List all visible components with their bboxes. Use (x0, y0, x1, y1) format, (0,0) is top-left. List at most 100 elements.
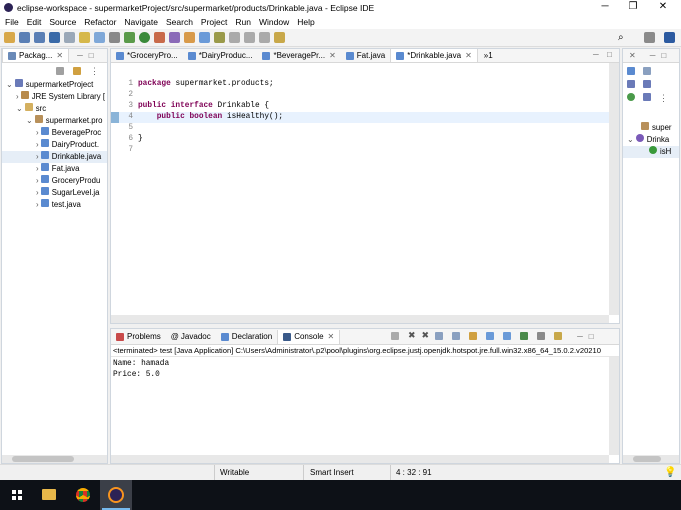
console-horizontal-scrollbar[interactable] (111, 455, 609, 463)
minimize-button[interactable]: ─ (590, 0, 620, 15)
maximize-view-icon[interactable]: □ (661, 51, 666, 60)
scroll-lock-icon[interactable] (452, 332, 461, 340)
view-menu-icon[interactable]: ⋮ (659, 93, 668, 104)
show-on-output-icon[interactable] (486, 332, 495, 340)
back-icon[interactable] (244, 32, 255, 43)
maximize-view-icon[interactable]: □ (607, 50, 612, 59)
close-icon[interactable]: ✕ (629, 51, 636, 60)
code-area[interactable]: 1 package supermarket.products; 2 3 public… (111, 63, 619, 313)
highlight-icon[interactable] (79, 32, 90, 43)
file-explorer-icon[interactable] (42, 489, 56, 500)
tab-declaration[interactable]: Declaration (216, 330, 277, 344)
tree-item-file[interactable]: › Fat.java (2, 163, 107, 175)
tree-item-file[interactable]: › SugarLevel.ja (2, 187, 107, 199)
clear-console-icon[interactable] (435, 332, 444, 340)
windows-start-icon[interactable] (12, 490, 22, 500)
tab-grocery[interactable]: *GroceryPro... (111, 49, 183, 62)
save-all-icon[interactable] (34, 32, 45, 43)
pin-editor-icon[interactable] (274, 32, 285, 43)
open-type-icon[interactable] (199, 32, 210, 43)
open-perspective-icon[interactable] (644, 32, 655, 43)
menu-search[interactable]: Search (166, 17, 193, 27)
hide-fields-icon[interactable] (643, 67, 651, 75)
console-vertical-scrollbar[interactable] (609, 357, 619, 455)
tree-item-file[interactable]: › DairyProduct. (2, 139, 107, 151)
terminate-icon[interactable] (391, 332, 399, 340)
new-icon[interactable] (4, 32, 15, 43)
tab-javadoc[interactable]: @ Javadoc (166, 330, 216, 344)
show-whitespace-icon[interactable] (109, 32, 120, 43)
minimize-view-icon[interactable]: ─ (593, 50, 599, 59)
menu-help[interactable]: Help (297, 17, 314, 27)
hide-local-types-icon[interactable] (627, 93, 635, 101)
coverage-icon[interactable] (154, 32, 165, 43)
tab-drinkable[interactable]: *Drinkable.java ✕ (390, 49, 478, 62)
remove-launch-icon[interactable]: ✖ (408, 330, 416, 341)
skip-breakpoints-icon[interactable] (64, 32, 75, 43)
close-button[interactable]: ✕ (648, 0, 678, 15)
search-icon[interactable]: ⌕ (618, 32, 624, 43)
debug-icon[interactable] (124, 32, 135, 43)
tab-overflow[interactable]: »1 (484, 51, 493, 60)
console-output[interactable]: Name: hamada Price: 5.0 (111, 357, 619, 383)
show-on-error-icon[interactable] (503, 332, 512, 340)
minimize-view-icon[interactable]: ─ (577, 332, 583, 341)
java-perspective-icon[interactable] (664, 32, 675, 43)
sort-icon[interactable] (627, 67, 635, 75)
open-console-icon[interactable] (554, 332, 563, 340)
save-icon[interactable] (19, 32, 30, 43)
outline-item-method[interactable]: isH (623, 146, 679, 158)
tree-item-src[interactable]: ⌄ src (2, 103, 107, 115)
new-class-icon[interactable] (184, 32, 195, 43)
maximize-button[interactable]: ❐ (618, 0, 648, 15)
tree-item-file[interactable]: › test.java (2, 199, 107, 211)
tree-item-file[interactable]: › GroceryProdu (2, 175, 107, 187)
tree-item-jre[interactable]: › JRE System Library [ (2, 91, 107, 103)
minimize-view-icon[interactable]: ─ (650, 51, 656, 60)
toggle-mark-icon[interactable] (94, 32, 105, 43)
horizontal-scrollbar[interactable] (2, 455, 107, 463)
maximize-view-icon[interactable]: □ (89, 51, 94, 60)
menu-navigate[interactable]: Navigate (124, 17, 158, 27)
tab-problems[interactable]: Problems (111, 330, 166, 344)
close-icon[interactable]: ✕ (329, 51, 336, 60)
link-editor-icon[interactable] (73, 67, 81, 75)
hide-nonpublic-icon[interactable] (643, 80, 651, 88)
close-icon[interactable]: ✕ (56, 51, 63, 60)
terminal-icon[interactable] (49, 32, 60, 43)
maximize-view-icon[interactable]: □ (589, 332, 594, 341)
editor-vertical-scrollbar[interactable] (609, 63, 619, 315)
tab-fat[interactable]: Fat.java (341, 49, 390, 62)
tip-icon[interactable]: 💡 (664, 467, 676, 478)
outline-item-package[interactable]: super (623, 122, 679, 134)
menu-project[interactable]: Project (201, 17, 227, 27)
next-annotation-icon[interactable] (229, 32, 240, 43)
menu-source[interactable]: Source (49, 17, 76, 27)
tree-item-file-selected[interactable]: › Drinkable.java (2, 151, 107, 163)
tab-dairy[interactable]: *DairyProduc... (183, 49, 258, 62)
tab-beverage[interactable]: *BeveragePr... ✕ (257, 49, 340, 62)
minimize-view-icon[interactable]: ─ (77, 51, 83, 60)
collapse-all-icon[interactable] (56, 67, 64, 75)
menu-refactor[interactable]: Refactor (84, 17, 116, 27)
hide-static-icon[interactable] (627, 80, 635, 88)
editor-horizontal-scrollbar[interactable] (111, 315, 609, 323)
run-icon[interactable] (139, 32, 150, 43)
forward-icon[interactable] (259, 32, 270, 43)
tab-console[interactable]: Console ✕ (277, 329, 341, 344)
tree-item-project[interactable]: ⌄ supermarketProject (2, 79, 107, 91)
tree-item-package[interactable]: ⌄ supermarket.pro (2, 115, 107, 127)
tree-item-file[interactable]: › BeverageProc (2, 127, 107, 139)
word-wrap-icon[interactable] (469, 332, 478, 340)
menu-edit[interactable]: Edit (27, 17, 42, 27)
menu-file[interactable]: File (5, 17, 19, 27)
tab-package-explorer[interactable]: Packag... ✕ (2, 49, 70, 62)
remove-all-icon[interactable]: ✖ (422, 330, 430, 341)
display-console-icon[interactable] (537, 332, 546, 340)
pin-console-icon[interactable] (520, 332, 529, 340)
chrome-icon[interactable] (76, 488, 90, 502)
eclipse-taskbar-button[interactable] (100, 480, 132, 510)
close-icon[interactable]: ✕ (328, 332, 335, 341)
external-tools-icon[interactable] (169, 32, 180, 43)
outline-horizontal-scrollbar[interactable] (623, 455, 679, 463)
